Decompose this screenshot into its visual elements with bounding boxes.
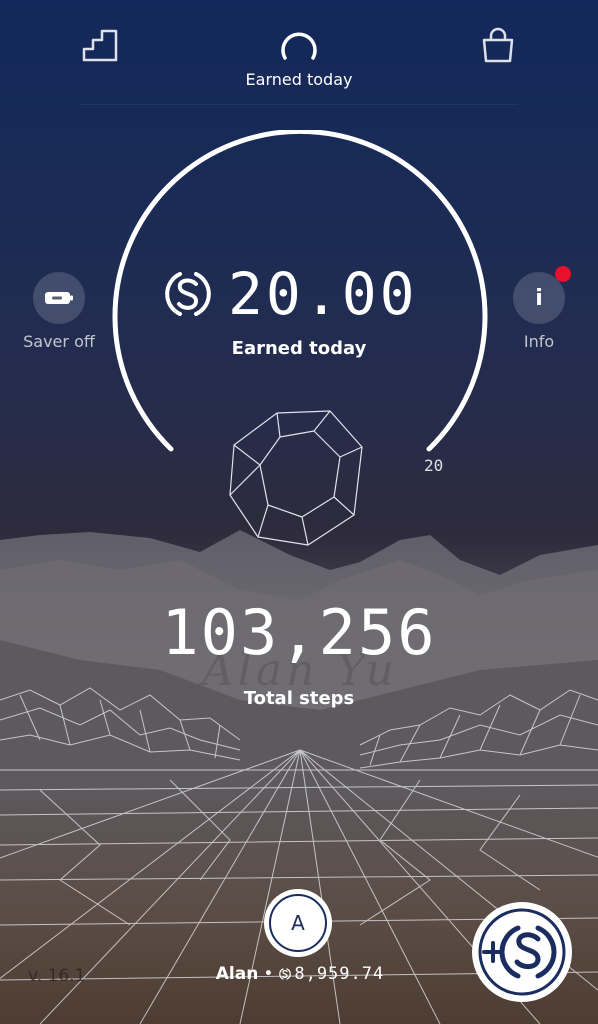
separator: • <box>263 964 274 984</box>
dodecahedron-graphic <box>229 410 363 546</box>
earned-amount: 20.00 <box>228 260 418 328</box>
info-circle: i <box>513 266 571 324</box>
leaderboard-button[interactable] <box>70 15 130 75</box>
info-label: Info <box>523 332 555 351</box>
earned-today-tab[interactable]: Earned today <box>230 22 368 94</box>
saver-toggle[interactable]: Saver off <box>22 272 96 351</box>
avatar-letter: A <box>291 911 305 935</box>
top-divider <box>80 104 518 105</box>
total-steps-value: 103,256 <box>161 596 437 669</box>
version-label: v. 16.1 <box>28 966 86 986</box>
saver-circle <box>33 272 85 324</box>
info-icon: i <box>535 285 543 311</box>
shopping-bag-icon <box>482 27 514 63</box>
info-button[interactable]: i Info <box>502 266 576 351</box>
avatar-ring: A <box>269 894 327 952</box>
user-name: Alan <box>215 964 259 984</box>
sweatcoin-icon <box>165 272 211 316</box>
plus-sweatcoin-icon <box>478 908 566 996</box>
earned-today-tab-label: Earned today <box>245 70 353 89</box>
battery-icon <box>45 292 73 304</box>
marketplace-button[interactable] <box>468 15 528 75</box>
stairs-icon <box>82 29 118 62</box>
top-bar: Earned today <box>0 0 598 105</box>
saver-label: Saver off <box>23 332 95 351</box>
arc-meter-icon <box>281 32 317 60</box>
total-steps-label: Total steps <box>243 688 355 709</box>
gauge-limit-label: 20 <box>424 456 444 475</box>
user-balance-row[interactable]: Alan • 8,959.74 <box>200 964 400 984</box>
add-sweatcoin-button[interactable] <box>472 902 572 1002</box>
earned-amount-row: 20.00 <box>160 262 450 326</box>
user-balance: 8,959.74 <box>294 964 385 984</box>
notification-badge <box>555 266 571 282</box>
balance-sweatcoin-icon <box>279 968 292 980</box>
earned-label: Earned today <box>231 338 367 359</box>
profile-avatar-button[interactable]: A <box>264 889 332 957</box>
